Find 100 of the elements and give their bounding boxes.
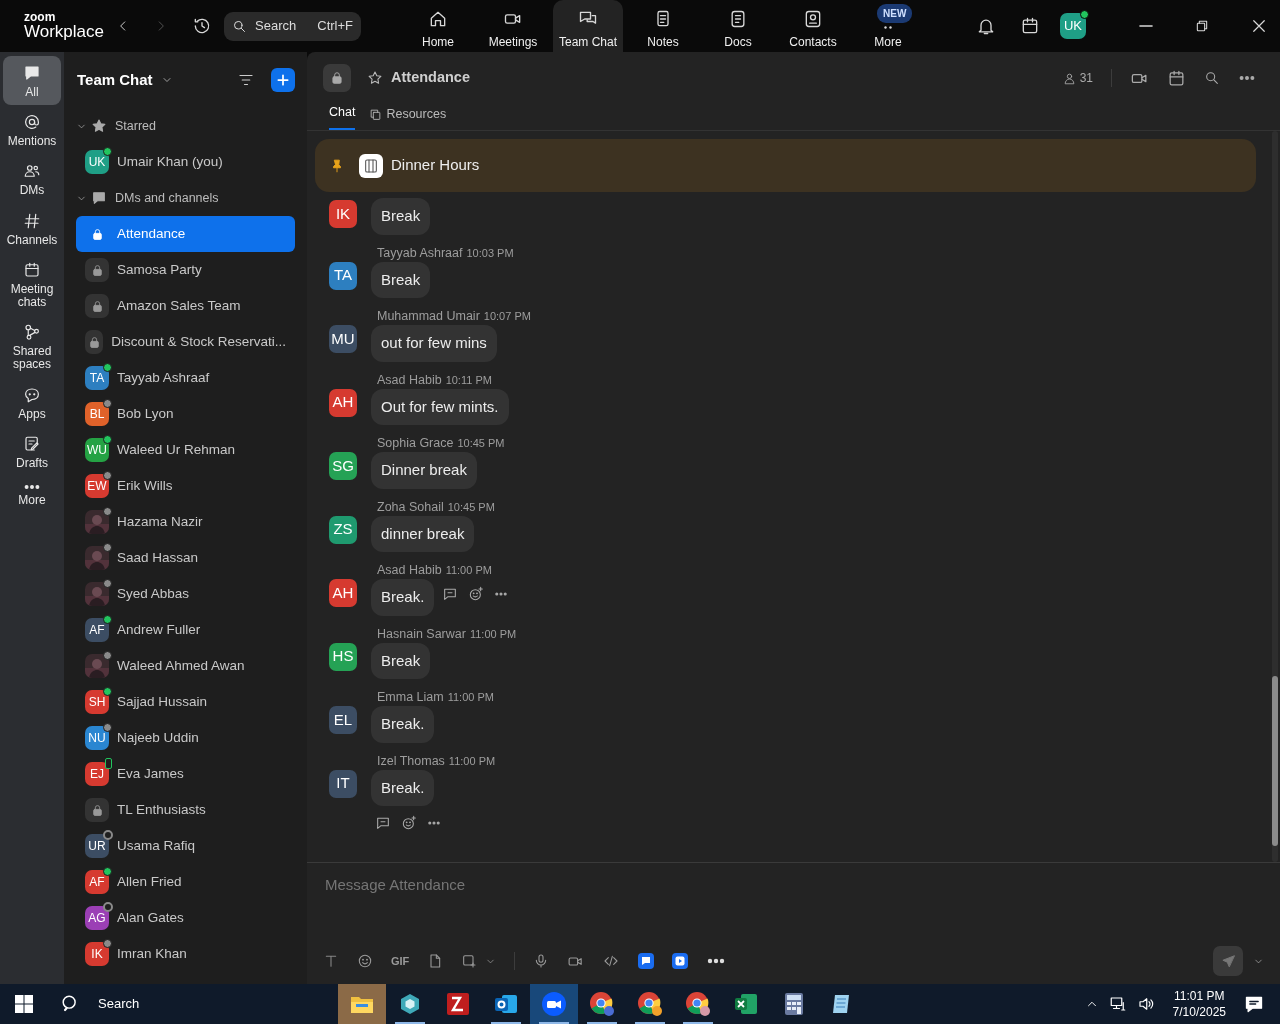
members-button[interactable]: 31 [1062, 69, 1093, 87]
reply-button[interactable] [375, 815, 391, 831]
taskbar-app[interactable] [530, 984, 578, 1024]
chat-list-item[interactable]: IK Imran Khan [76, 936, 295, 972]
user-avatar: SH [85, 690, 109, 714]
channel-avatar [85, 798, 109, 822]
nav-tab[interactable]: Docs [703, 0, 773, 52]
more-button[interactable] [494, 591, 509, 598]
reaction-button[interactable] [401, 815, 417, 831]
pencil-page-icon [23, 434, 41, 453]
volume-button[interactable] [1136, 995, 1155, 1013]
sender-name: Hasnain Sarwar [377, 625, 466, 643]
network-button[interactable] [1108, 995, 1127, 1013]
emoji-button[interactable] [357, 953, 373, 969]
nav-tab[interactable]: Home [403, 0, 473, 52]
rail-item[interactable]: Mentions [3, 105, 61, 155]
user-avatar: AH [329, 388, 357, 417]
minimize-icon [1139, 25, 1153, 27]
channel-title: Attendance [391, 68, 470, 88]
chat-list-item[interactable]: TL Enthusiasts [76, 792, 295, 828]
star-icon [91, 118, 107, 134]
plus-icon [276, 73, 290, 87]
app-button[interactable] [638, 953, 655, 969]
chat-list-item[interactable]: UK Umair Khan (you) [76, 144, 295, 180]
play-app-icon [672, 953, 689, 969]
rail-item[interactable]: Meeting chats [3, 252, 61, 316]
message-icon [1244, 994, 1264, 1014]
chat-list-item[interactable]: AF Andrew Fuller [76, 612, 295, 648]
chat-list-item[interactable]: Amazon Sales Team [76, 288, 295, 324]
schedule-button[interactable] [1167, 68, 1186, 88]
chat-list-item[interactable]: BL Bob Lyon [76, 396, 295, 432]
format-button[interactable] [323, 953, 339, 969]
message-input[interactable]: Message Attendance [323, 873, 1264, 898]
chat-list-item[interactable]: Samosa Party [76, 252, 295, 288]
reply-button[interactable] [442, 586, 459, 603]
nav-tab[interactable]: Contacts [778, 0, 848, 52]
search-field[interactable]: Search Ctrl+F [224, 11, 361, 41]
sender-name: Tayyab Ashraaf [377, 244, 463, 262]
new-chat-button[interactable] [271, 68, 295, 92]
rail-item[interactable]: DMs [3, 154, 61, 204]
rail-item[interactable]: Channels [3, 203, 61, 253]
message-bubble: Break [371, 261, 431, 298]
browser-icon [589, 991, 615, 1017]
nav-tab[interactable]: Team Chat [553, 0, 623, 52]
rail-item[interactable]: Shared spaces [3, 315, 61, 378]
user-avatar: MU [329, 325, 357, 353]
user-avatar: UK [85, 150, 109, 174]
chat-list-item[interactable]: WU Waleed Ur Rehman [76, 432, 295, 468]
rail-item[interactable]: Apps [3, 377, 61, 427]
calendar-icon [1020, 16, 1040, 36]
notification-center-button[interactable] [1244, 994, 1264, 1014]
star-button[interactable] [367, 70, 383, 86]
chat-app-icon [638, 953, 655, 969]
rail-item[interactable]: All [3, 56, 61, 106]
nav-tab[interactable]: Meetings [478, 0, 548, 52]
more-button[interactable] [427, 820, 441, 826]
channel-tab[interactable]: Resources [369, 105, 447, 130]
reply-icon [442, 586, 459, 603]
chat-list-item[interactable]: AF Allen Fried [76, 864, 295, 900]
more-button[interactable] [706, 958, 727, 964]
chat-list-item[interactable]: Attendance [76, 216, 295, 252]
message-bubble: Out for few mints. [371, 388, 509, 425]
person-icon [1062, 71, 1076, 85]
nav-tab[interactable]: Notes [628, 0, 698, 52]
envelope-tile-icon [494, 992, 518, 1016]
more-icon [23, 483, 41, 490]
chat-list-item[interactable]: Hazama Nazir [76, 504, 295, 540]
speech-bubble-icon [91, 190, 107, 206]
chat-list-item[interactable]: SH Sajjad Hussain [76, 684, 295, 720]
chat-list-item[interactable]: Syed Abbas [76, 576, 295, 612]
chat-list-item[interactable]: NU Najeeb Uddin [76, 720, 295, 756]
channel-tab[interactable]: Chat [329, 103, 356, 130]
message-bubble: Break. [371, 769, 435, 806]
chat-list-item[interactable]: Saad Hassan [76, 540, 295, 576]
rail-item[interactable]: Drafts [3, 426, 61, 476]
rail-item[interactable]: More [3, 475, 61, 514]
taskbar-search[interactable]: Search [48, 984, 338, 1024]
clock-button[interactable]: 11:01 PM 7/10/2025 [1172, 987, 1226, 1021]
chat-list-item[interactable]: EJ Eva James [76, 756, 295, 792]
sender-name: Muhammad Umair [377, 308, 480, 325]
reaction-button[interactable] [468, 586, 485, 603]
pinned-banner[interactable]: Dinner Hours [315, 139, 1256, 192]
chat-list-item[interactable]: Waleed Ahmed Awan [76, 648, 295, 684]
chat-list-item[interactable]: Discount & Stock Reservati... [76, 324, 295, 360]
gif-button[interactable]: GIF [391, 952, 410, 970]
app-button[interactable] [672, 953, 689, 969]
screenshot-icon [461, 953, 478, 969]
speaker-icon [1136, 995, 1155, 1013]
message-bubble: Break. [371, 706, 435, 743]
chat-list-item[interactable]: TA Tayyab Ashraaf [76, 360, 295, 396]
brand-name: Workplace [24, 23, 104, 41]
search-button[interactable] [1204, 70, 1220, 86]
more-button[interactable] [1238, 75, 1256, 81]
screenshot-button[interactable] [461, 953, 497, 969]
chat-list-item[interactable]: EW Erik Wills [76, 468, 295, 504]
sender-name: Emma Liam [377, 689, 444, 706]
scrollbar[interactable] [1272, 131, 1278, 862]
user-avatar: WU [85, 438, 109, 462]
chat-list-item[interactable]: AG Alan Gates [76, 900, 295, 936]
chat-list-item[interactable]: UR Usama Rafiq [76, 828, 295, 864]
